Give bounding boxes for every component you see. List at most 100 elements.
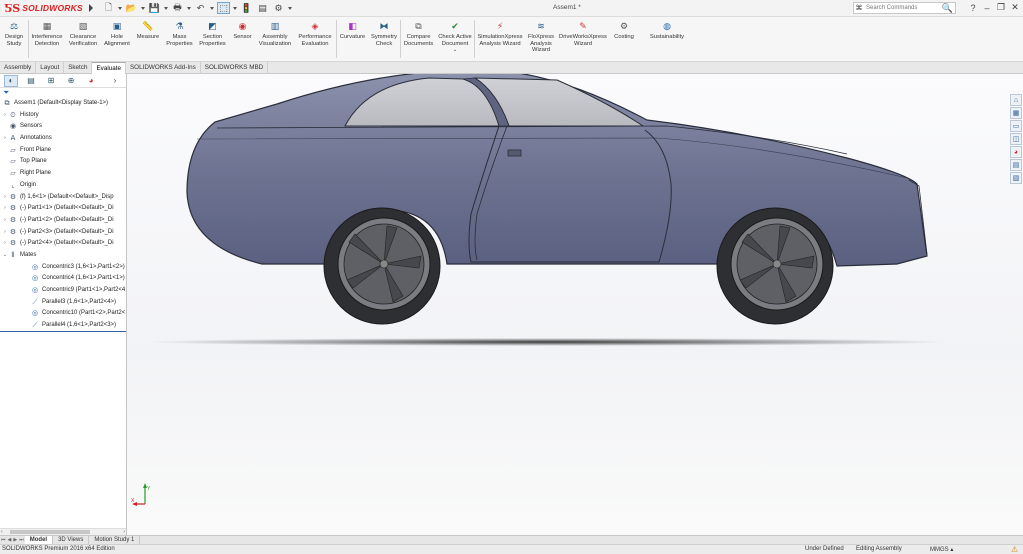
tree-item[interactable]: ⌞ Origin [0, 180, 126, 192]
last-tab-icon[interactable]: ⏭ [19, 537, 24, 543]
next-tab-icon[interactable]: ▶ [13, 537, 17, 543]
restore-icon[interactable]: ❐ [997, 2, 1005, 13]
sensor-button[interactable]: ◉ Sensor [229, 17, 256, 41]
costing-button[interactable]: ⚙ Costing [609, 17, 639, 41]
open-icon[interactable]: 📂 [125, 2, 138, 14]
select-dropdown-icon[interactable] [233, 6, 237, 10]
solidworks-logo[interactable]: ƼS SOLIDWORKS [0, 0, 93, 17]
undo-dropdown-icon[interactable] [210, 6, 214, 10]
solidworks-forum-icon[interactable]: ▧ [1010, 172, 1022, 184]
menu-flyout-arrow-icon[interactable] [88, 4, 93, 12]
feature-tree-tab-icon[interactable]: ◐ [4, 74, 18, 87]
tree-item[interactable]: › ⚙ (-) Part2<4> (Default<<Default>_Di [0, 238, 126, 250]
mass-properties-button[interactable]: ⚗ Mass Properties [163, 17, 196, 47]
property-manager-tab-icon[interactable]: ▤ [24, 75, 38, 87]
tab-solidworks-mbd[interactable]: SOLIDWORKS MBD [201, 62, 269, 74]
prev-tab-icon[interactable]: ◀ [8, 537, 12, 543]
open-dropdown-icon[interactable] [141, 6, 145, 10]
tree-item[interactable]: › ⚙ (-) Part1<2> (Default<<Default>_Di [0, 215, 126, 227]
custom-properties-icon[interactable]: ▤ [1010, 159, 1022, 171]
solidworks-resources-icon[interactable]: ⌂ [1010, 94, 1022, 106]
symmetry-check-button[interactable]: ⧓ Symmetry Check [368, 17, 400, 47]
scrollbar-thumb[interactable] [10, 530, 90, 534]
filter-icon[interactable]: ⏷ [0, 88, 126, 98]
clearance-verification-button[interactable]: ▧ Clearance Verification [65, 17, 101, 47]
car-model[interactable] [127, 74, 1023, 537]
save-icon[interactable]: 💾 [148, 2, 161, 14]
print-dropdown-icon[interactable] [187, 6, 191, 10]
unit-system-button[interactable]: MMGS ▴ [930, 546, 953, 553]
hole-alignment-button[interactable]: ▣ Hole Alignment [101, 17, 133, 47]
configuration-manager-tab-icon[interactable]: ⊞ [44, 75, 58, 87]
design-study-icon: ⚖ [9, 20, 19, 31]
tree-item[interactable]: ⟋ Parallel4 (1,6<1>,Part2<3>) [0, 320, 126, 332]
file-explorer-icon[interactable]: ▭ [1010, 120, 1022, 132]
sustainability-button[interactable]: ◍ Sustainability [639, 17, 695, 41]
tree-item[interactable]: ▱ Right Plane [0, 168, 126, 180]
horizontal-scrollbar[interactable]: ‹ › [0, 528, 126, 535]
tab-assembly[interactable]: Assembly [0, 62, 37, 74]
tab-evaluate[interactable]: Evaluate [92, 62, 126, 74]
tab-layout[interactable]: Layout [36, 62, 65, 74]
tree-item[interactable]: ▱ Top Plane [0, 156, 126, 168]
print-icon[interactable]: 🖶 [171, 2, 184, 14]
interference-detection-button[interactable]: ▦ Interference Detection [29, 17, 65, 47]
design-library-icon[interactable]: ▦ [1010, 107, 1022, 119]
view-palette-icon[interactable]: ◫ [1010, 133, 1022, 145]
appearances-icon[interactable]: ◕ [1010, 146, 1022, 158]
floxpress-button[interactable]: ≋ FloXpress Analysis Wizard [525, 17, 557, 54]
symmetry-icon: ⧓ [379, 20, 389, 31]
tree-item[interactable]: ⌄ ⫴ Mates [0, 250, 126, 262]
tree-item[interactable]: ◎ Concentric9 (Part1<1>,Part2<4 [0, 285, 126, 297]
tab-solidworks-add-ins[interactable]: SOLIDWORKS Add-Ins [126, 62, 201, 74]
dimxpert-tab-icon[interactable]: ⊕ [64, 75, 78, 87]
concentric-icon: ◎ [31, 275, 39, 283]
compare-documents-button[interactable]: ⧉ Compare Documents [401, 17, 436, 47]
tree-item[interactable]: ◉ Sensors [0, 121, 126, 133]
curvature-button[interactable]: ◧ Curvature [337, 17, 368, 41]
tree-item[interactable]: ⟋ Parallel3 (1,6<1>,Part2<4>) [0, 297, 126, 309]
tree-item[interactable]: › ⚙ (-) Part2<3> (Default<<Default>_Di [0, 227, 126, 239]
options-gear-icon[interactable]: ⚙ [272, 2, 285, 14]
check-active-document-button[interactable]: ✔ Check Active Document ⌄ [436, 17, 474, 54]
tree-item[interactable]: ◎ Concentric10 (Part1<2>,Part2< [0, 308, 126, 320]
undo-icon[interactable]: ↶ [194, 2, 207, 14]
tree-item[interactable]: ◎ Concentric3 (1,6<1>,Part1<2>) [0, 262, 126, 274]
new-document-icon[interactable]: 🗋 [102, 2, 115, 14]
save-dropdown-icon[interactable] [164, 6, 168, 10]
close-icon[interactable]: ✕ [1011, 2, 1019, 13]
design-study-button[interactable]: ⚖ Design Study [0, 17, 28, 47]
rebuild-icon[interactable]: 🚦 [240, 2, 253, 14]
new-dropdown-icon[interactable] [118, 6, 122, 10]
assembly-visualization-button[interactable]: ▥ Assembly Visualization [256, 17, 294, 47]
first-tab-icon[interactable]: ⏮ [1, 537, 6, 543]
minimize-icon[interactable]: – [983, 3, 991, 13]
section-properties-button[interactable]: ◩ Section Properties [196, 17, 229, 47]
search-scope-icon[interactable]: ⌘ [854, 3, 864, 13]
check-dropdown-icon[interactable]: ⌄ [453, 47, 457, 54]
tree-item[interactable]: ▱ Front Plane [0, 145, 126, 157]
simulationxpress-button[interactable]: ⚡ SimulationXpress Analysis Wizard [475, 17, 525, 47]
chevron-right-icon[interactable]: › [108, 75, 122, 87]
select-icon[interactable]: ⬚ [217, 2, 230, 14]
performance-evaluation-button[interactable]: ◈ Performance Evaluation [294, 17, 336, 47]
file-properties-icon[interactable]: ▤ [256, 2, 269, 14]
search-icon[interactable]: 🔍 [942, 3, 953, 14]
tab-sketch[interactable]: Sketch [64, 62, 93, 74]
display-manager-tab-icon[interactable]: ◕ [84, 75, 98, 87]
graphics-area[interactable]: ⊡ ⌕ ↰ ◫ ⬚ ◼ ◉ ◕ ◐ ▭ ◫ ▣ – ❐ ✕ [127, 74, 1023, 537]
tree-item[interactable]: › ⏲ History [0, 110, 126, 122]
tree-item-label: Concentric3 (1,6<1>,Part1<2>) [42, 263, 125, 270]
tree-item[interactable]: ◎ Concentric4 (1,6<1>,Part1<1>) [0, 273, 126, 285]
search-commands[interactable]: ⌘ Search Commands 🔍 [853, 2, 956, 14]
measure-button[interactable]: 📏 Measure [133, 17, 163, 41]
help-icon[interactable]: ? [969, 3, 977, 13]
tree-item[interactable]: ⧉ Assem1 (Default<Display State-1>) [0, 98, 126, 110]
tree-item[interactable]: › A Annotations [0, 133, 126, 145]
tree-item[interactable]: › ⚙ (-) Part1<1> (Default<<Default>_Di [0, 203, 126, 215]
search-input[interactable]: Search Commands [866, 5, 942, 11]
driveworksxpress-button[interactable]: ✎ DriveWorksXpress Wizard [557, 17, 609, 47]
rebuild-status-icon[interactable]: ⚠ [1011, 545, 1018, 554]
options-dropdown-icon[interactable] [288, 6, 292, 10]
tree-item[interactable]: › ⚙ (f) 1,6<1> (Default<<Default>_Disp [0, 192, 126, 204]
